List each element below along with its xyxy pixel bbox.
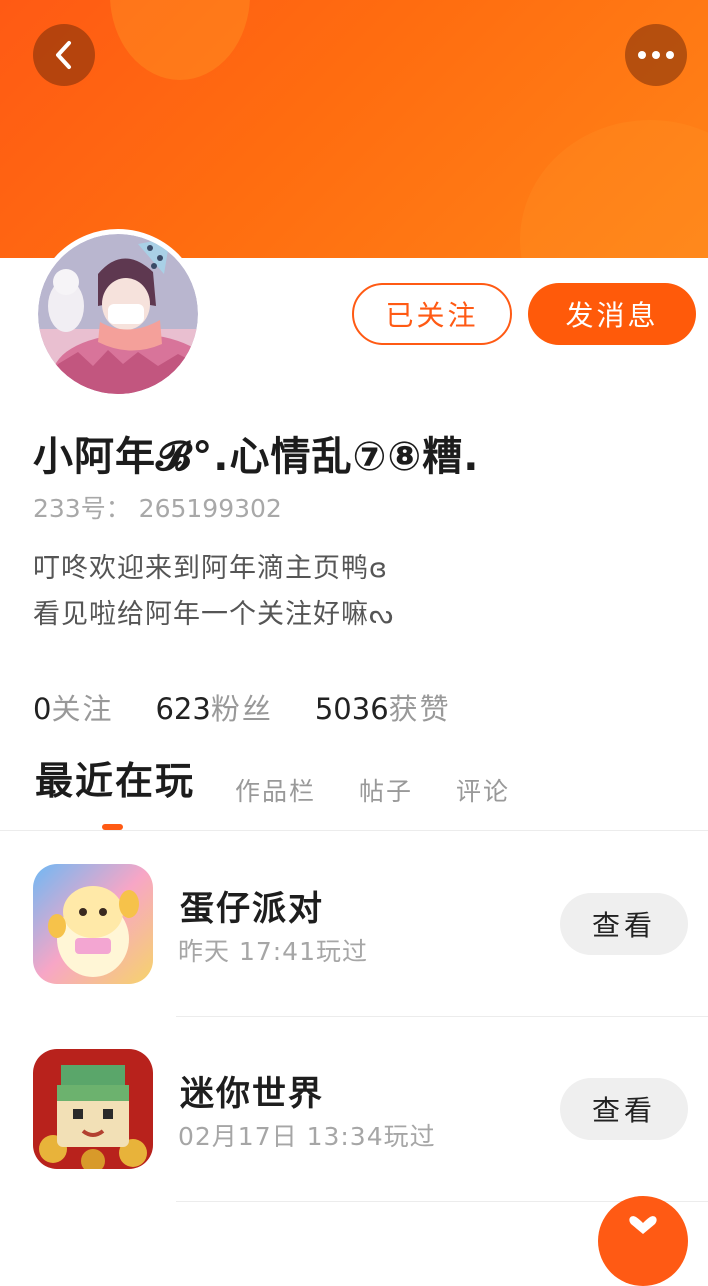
stat-value: 5036 [314,692,389,726]
tab-recently-played[interactable]: 最近在玩 [35,750,195,805]
tab-posts[interactable]: 帖子 [359,772,413,808]
view-button[interactable]: 查看 [560,893,688,955]
more-options-button[interactable] [625,24,687,86]
following-stat[interactable]: 0关注 [33,686,113,728]
divider [176,1016,708,1017]
profile-tabs: 最近在玩 作品栏 帖子 评论 [0,758,708,830]
user-id: 233号： 265199302 [33,494,282,523]
tab-comments[interactable]: 评论 [456,772,510,808]
stat-label: 获赞 [388,692,451,726]
heart-icon [629,1216,657,1234]
followers-stat[interactable]: 623粉丝 [155,686,272,728]
profile-banner [0,0,708,258]
username: 小阿年𝓑°.心情乱⑦⑧糟. [33,434,480,480]
game-icon-mini-world[interactable] [33,1049,153,1169]
send-message-button[interactable]: 发消息 [528,283,696,345]
divider [0,830,708,831]
last-played-time: 昨天 17:41玩过 [178,937,368,966]
bio: 叮咚欢迎来到阿年滴主页鸭ɞ 看见啦给阿年一个关注好嘛ᔓ [33,546,394,638]
more-horizontal-icon [638,51,674,59]
banner-decoration [520,120,708,258]
chevron-left-icon [56,41,71,69]
list-item: 蛋仔派对 昨天 17:41玩过 查看 [0,864,708,1049]
game-icon-eggy-party[interactable] [33,864,153,984]
likes-stat: 5036获赞 [315,686,451,728]
stat-value: 623 [155,692,211,726]
list-item: 迷你世界 02月17日 13:34玩过 查看 [0,1049,708,1234]
stat-label: 粉丝 [210,692,273,726]
back-button[interactable] [33,24,95,86]
floating-like-button[interactable] [598,1196,688,1286]
banner-decoration [110,0,250,80]
game-name: 蛋仔派对 [180,889,324,929]
tab-works[interactable]: 作品栏 [235,772,316,808]
game-name: 迷你世界 [180,1074,324,1114]
last-played-time: 02月17日 13:34玩过 [178,1122,436,1151]
profile-stats: 0关注 623粉丝 5036获赞 [33,686,493,728]
followed-button[interactable]: 已关注 [352,283,512,345]
view-button[interactable]: 查看 [560,1078,688,1140]
avatar[interactable] [33,229,203,399]
bio-line: 看见啦给阿年一个关注好嘛ᔓ [33,599,395,630]
stat-value: 0 [33,692,52,726]
bio-line: 叮咚欢迎来到阿年滴主页鸭ɞ [33,553,388,584]
stat-label: 关注 [51,692,114,726]
